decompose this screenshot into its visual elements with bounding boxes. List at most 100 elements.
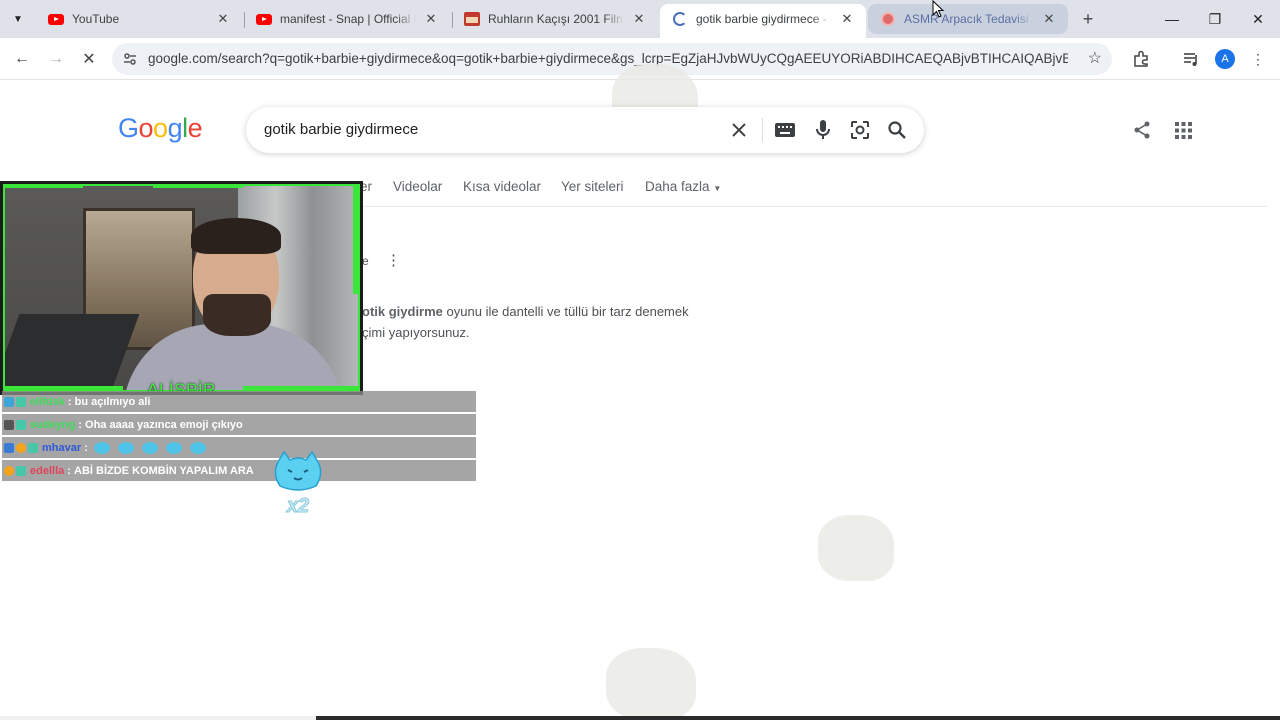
- result-snippet-line1: otik giydirme oyunu ile dantelli ve tüll…: [362, 301, 689, 322]
- close-icon[interactable]: ✕: [1040, 10, 1058, 28]
- chat-username: edellla: [30, 464, 65, 477]
- menu-button[interactable]: ⋮: [1244, 45, 1272, 73]
- asmr-site-icon: [880, 11, 896, 27]
- chat-username: mhavar: [42, 441, 82, 454]
- chat-separator: :: [81, 441, 94, 454]
- tab-google-search[interactable]: gotik barbie giydirmece - G ✕: [660, 4, 866, 38]
- emote-icon: [93, 441, 110, 454]
- logo-letter: g: [167, 113, 183, 143]
- logo-letter: G: [118, 113, 139, 143]
- logo-letter: e: [187, 113, 203, 143]
- keyboard-button[interactable]: [774, 119, 796, 141]
- plus-icon: +: [1082, 8, 1094, 29]
- close-icon: ✕: [1252, 10, 1264, 27]
- chat-message: edellla : ABİ BİZDE KOMBİN YAPALIM ARA: [2, 460, 476, 481]
- new-tab-button[interactable]: +: [1076, 7, 1100, 31]
- camera-lens-icon: [851, 121, 869, 139]
- nav-kisa-videolar[interactable]: Kısa videolar: [463, 179, 541, 194]
- close-icon[interactable]: ✕: [630, 10, 648, 28]
- badge-icon: [16, 465, 26, 476]
- nav-videolar[interactable]: Videolar: [393, 179, 442, 194]
- search-box[interactable]: gotik barbie giydirmece: [246, 107, 924, 153]
- tab-manifest[interactable]: manifest - Snap | Official Da ✕: [244, 4, 450, 34]
- chat-message: elifdsk : bu açılmıyo ali: [2, 391, 476, 412]
- close-icon[interactable]: ✕: [838, 10, 856, 28]
- tab-title: ASMR Arpacık Tedavisi - Oy: [904, 12, 1034, 26]
- webcam-overlay: ALİSPİR: [0, 181, 363, 395]
- caret-down-icon: ▼: [713, 184, 722, 193]
- video-progress-fill: [0, 716, 316, 720]
- site-info-icon[interactable]: [123, 52, 137, 66]
- search-divider: [762, 118, 763, 142]
- chevron-down-icon: ▼: [13, 13, 23, 25]
- arrow-right-icon: →: [48, 50, 64, 67]
- close-window-button[interactable]: ✕: [1236, 0, 1280, 38]
- nav-daha-fazla-label: Daha fazla: [645, 179, 710, 194]
- badge-icon: [16, 396, 26, 407]
- emote-icon: [141, 441, 158, 454]
- logo-letter: o: [153, 113, 168, 143]
- bookmark-star-icon[interactable]: ☆: [1088, 48, 1102, 68]
- close-icon[interactable]: ✕: [214, 10, 232, 28]
- tab-title: YouTube: [72, 12, 120, 26]
- address-bar[interactable]: google.com/search?q=gotik+barbie+giydirm…: [112, 43, 1112, 75]
- tab-asmr[interactable]: ASMR Arpacık Tedavisi - Oy ✕: [868, 4, 1068, 34]
- snippet-rest: oyunu ile dantelli ve tüllü bir tarz den…: [442, 304, 689, 319]
- forward-button[interactable]: →: [42, 45, 70, 73]
- image-search-button[interactable]: [849, 119, 871, 141]
- clear-search-button[interactable]: [728, 119, 750, 141]
- result-snippet-line2: çimi yapıyorsunuz.: [362, 325, 470, 340]
- sticker-label: x2: [286, 495, 309, 517]
- minimize-icon: —: [1165, 11, 1179, 27]
- url-text: google.com/search?q=gotik+barbie+giydirm…: [148, 51, 1068, 66]
- share-icon[interactable]: [1132, 120, 1152, 140]
- tab-title: manifest - Snap | Official Da: [280, 12, 416, 26]
- extensions-icon[interactable]: [1132, 50, 1150, 68]
- close-icon: ✕: [82, 51, 96, 68]
- profile-avatar[interactable]: A: [1215, 49, 1235, 69]
- mouse-cursor-icon: [932, 0, 944, 18]
- google-icon: [672, 11, 688, 27]
- frame-accent: [153, 184, 243, 188]
- chat-text: ABİ BİZDE KOMBİN YAPALIM ARA: [74, 464, 254, 477]
- search-input[interactable]: gotik barbie giydirmece: [264, 121, 418, 138]
- frame-accent: [353, 184, 360, 294]
- back-button[interactable]: ←: [8, 45, 36, 73]
- search-button[interactable]: [886, 119, 908, 141]
- keyboard-icon: [775, 123, 795, 137]
- snippet-bold: otik giydirme: [362, 304, 443, 319]
- voice-search-button[interactable]: [812, 119, 834, 141]
- google-logo[interactable]: Google: [118, 113, 203, 144]
- frame-accent: [3, 184, 83, 188]
- cat-sticker-icon: x2: [274, 450, 322, 518]
- tab-title: gotik barbie giydirmece - G: [696, 12, 832, 26]
- close-icon: [732, 123, 746, 137]
- film-site-icon: [464, 11, 480, 27]
- stream-chat: elifdsk : bu açılmıyo ali sudeyng : Oha …: [2, 391, 476, 483]
- logo-letter: o: [138, 113, 154, 143]
- badge-icon: [16, 442, 26, 453]
- badge-icon: [4, 419, 14, 430]
- nav-yer-siteleri[interactable]: Yer siteleri: [561, 179, 624, 194]
- more-vert-icon[interactable]: ⋮: [386, 250, 401, 271]
- media-control-icon[interactable]: [1182, 50, 1200, 68]
- tab-title: Ruhların Kaçışı 2001 Filmi Fu: [488, 12, 624, 26]
- badge-icon: [4, 465, 14, 476]
- tab-search-button[interactable]: ▼: [6, 8, 30, 30]
- arrow-left-icon: ←: [14, 50, 30, 67]
- youtube-icon: [256, 11, 272, 27]
- close-icon[interactable]: ✕: [422, 10, 440, 28]
- minimize-button[interactable]: —: [1150, 0, 1194, 38]
- tab-ruhlarin-kacisi[interactable]: Ruhların Kaçışı 2001 Filmi Fu ✕: [452, 4, 658, 34]
- apps-grid-icon[interactable]: [1175, 122, 1192, 139]
- background-blob: [606, 648, 696, 720]
- chat-text: bu açılmıyo ali: [74, 395, 151, 408]
- microphone-icon: [816, 120, 830, 139]
- chat-text: Oha aaaa yazınca emoji çıkıyo: [85, 418, 243, 431]
- restore-icon: ❐: [1208, 10, 1222, 27]
- nav-daha-fazla[interactable]: Daha fazla ▼: [645, 179, 721, 194]
- stop-loading-button[interactable]: ✕: [75, 45, 103, 73]
- background-blob: [818, 515, 894, 581]
- restore-button[interactable]: ❐: [1193, 0, 1237, 38]
- tab-youtube[interactable]: YouTube ✕: [36, 4, 242, 34]
